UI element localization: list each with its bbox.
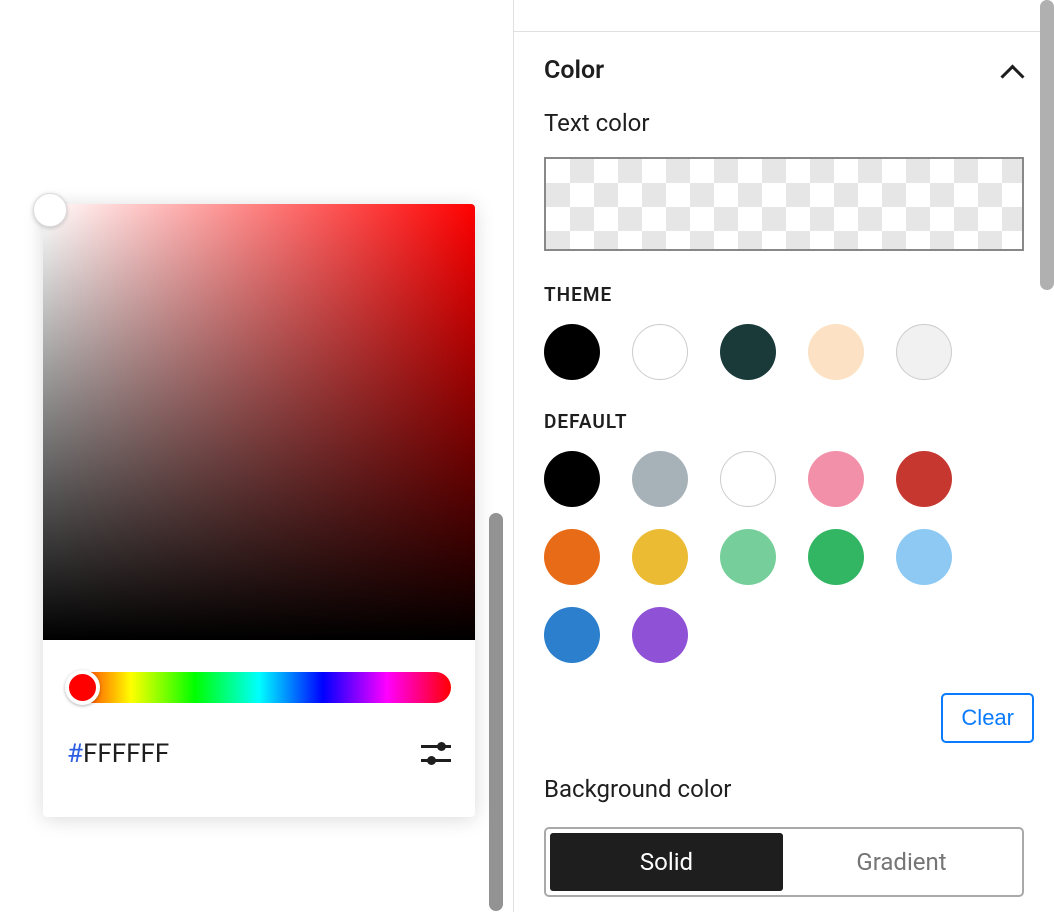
color-swatch[interactable] — [896, 324, 952, 380]
color-swatch[interactable] — [896, 451, 952, 507]
sidebar-top-spacer — [514, 0, 1054, 32]
color-swatch[interactable] — [632, 324, 688, 380]
hex-digits: FFFFFF — [83, 739, 169, 769]
text-color-label: Text color — [514, 109, 1054, 157]
color-picker-popup: #FFFFFF — [43, 204, 475, 817]
color-swatch[interactable] — [808, 529, 864, 585]
hex-hash: # — [67, 739, 83, 769]
default-label: DEFAULT — [514, 410, 1054, 451]
clear-row: Clear — [514, 693, 1054, 775]
saturation-brightness-area[interactable] — [43, 204, 475, 640]
saturation-cursor[interactable] — [33, 193, 67, 227]
color-swatch[interactable] — [632, 529, 688, 585]
scrollbar-sidebar[interactable] — [1040, 0, 1054, 290]
hue-cursor[interactable] — [65, 670, 100, 705]
color-swatch[interactable] — [632, 451, 688, 507]
sidebar: Color Text color THEME DEFAULT Clear Bac… — [513, 0, 1054, 912]
color-swatch[interactable] — [632, 607, 688, 663]
tab-solid[interactable]: Solid — [550, 833, 783, 891]
color-swatch[interactable] — [544, 529, 600, 585]
color-swatch[interactable] — [720, 324, 776, 380]
color-swatch[interactable] — [544, 451, 600, 507]
theme-swatch-row — [514, 324, 1054, 410]
color-swatch[interactable] — [808, 451, 864, 507]
color-swatch[interactable] — [896, 529, 952, 585]
hue-slider[interactable] — [67, 672, 451, 703]
sliders-icon[interactable] — [421, 741, 451, 767]
scrollbar-left[interactable] — [489, 513, 503, 911]
color-swatch[interactable] — [720, 451, 776, 507]
panel-title: Color — [544, 56, 604, 85]
solid-gradient-tabs: Solid Gradient — [544, 827, 1024, 897]
color-swatch[interactable] — [544, 324, 600, 380]
color-swatch[interactable] — [720, 529, 776, 585]
chevron-up-icon — [1000, 64, 1024, 78]
color-swatch[interactable] — [544, 607, 600, 663]
default-swatch-row — [514, 451, 1054, 693]
clear-button[interactable]: Clear — [941, 693, 1034, 743]
tab-gradient[interactable]: Gradient — [785, 833, 1018, 891]
text-color-preview[interactable] — [544, 157, 1024, 251]
color-panel-header[interactable]: Color — [514, 32, 1054, 109]
hex-value-display[interactable]: #FFFFFF — [67, 739, 169, 769]
hex-input-row: #FFFFFF — [43, 703, 475, 817]
theme-label: THEME — [514, 283, 1054, 324]
background-color-label: Background color — [514, 775, 1054, 827]
color-swatch[interactable] — [808, 324, 864, 380]
